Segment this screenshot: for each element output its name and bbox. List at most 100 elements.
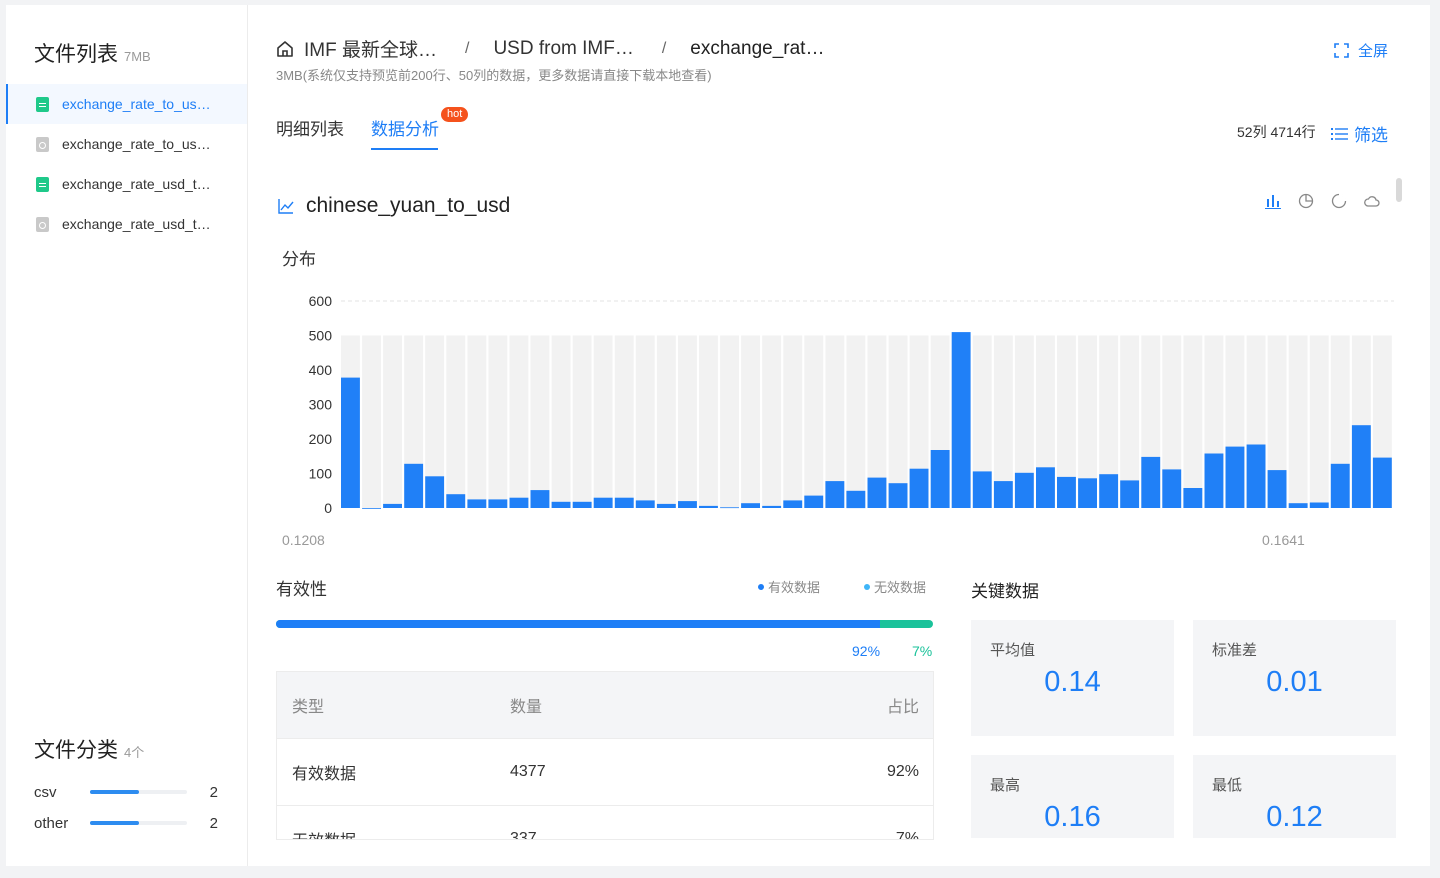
file-name: exchange_rate_usd_t… — [62, 216, 211, 232]
histogram-bar — [888, 483, 908, 508]
column-title: chinese_yuan_to_usd — [278, 194, 510, 218]
donut-chart-icon[interactable] — [1331, 193, 1347, 209]
histogram-bar-background — [635, 335, 655, 508]
line-chart-icon — [278, 199, 294, 214]
column-name: chinese_yuan_to_usd — [306, 194, 511, 217]
cell-ratio: 7% — [895, 830, 919, 840]
scrollbar-thumb[interactable] — [1396, 178, 1402, 202]
histogram-bar-background — [614, 335, 634, 508]
file-item[interactable]: exchange_rate_usd_t… — [6, 204, 247, 244]
filter-button[interactable]: 筛选 — [1331, 121, 1388, 146]
stat-card-stddev: 标准差 0.01 — [1193, 620, 1396, 736]
legend-invalid: 无效数据 — [864, 577, 926, 596]
stat-value: 0.14 — [1044, 666, 1101, 698]
histogram-bar-background — [1183, 335, 1203, 508]
file-item[interactable]: exchange_rate_to_us… — [6, 84, 247, 124]
file-name: exchange_rate_usd_t… — [62, 176, 211, 192]
legend-dot-valid — [758, 583, 764, 590]
histogram-bar — [1330, 463, 1350, 508]
key-data-cards: 平均值 0.14 标准差 0.01 最高 0.16 最低 0.12 — [971, 620, 1401, 838]
histogram-bar — [972, 471, 992, 508]
breadcrumb-item[interactable]: IMF 最新全球… — [304, 35, 437, 62]
stat-label: 最高 — [990, 777, 1021, 794]
histogram-bar — [341, 377, 360, 508]
home-icon[interactable] — [276, 40, 294, 58]
pie-chart-icon[interactable] — [1298, 193, 1314, 209]
category-bar — [90, 821, 187, 825]
filter-label: 筛选 — [1354, 126, 1388, 145]
file-category-count: 4个 — [124, 745, 145, 760]
legend-invalid-label: 无效数据 — [874, 580, 927, 595]
valid-percentage: 92% — [852, 643, 881, 659]
bar-chart-icon[interactable] — [1265, 193, 1281, 209]
histogram-bar-background — [699, 335, 718, 508]
breadcrumb: IMF 最新全球… / USD from IMF… / exchange_rat… — [276, 35, 824, 62]
histogram-bar-background — [467, 335, 487, 508]
legend-valid: 有效数据 — [758, 577, 820, 596]
row-column-count: 52列 4714行 — [1237, 124, 1316, 140]
file-item[interactable]: exchange_rate_usd_t… — [6, 164, 247, 204]
histogram-bar — [1288, 503, 1308, 508]
fullscreen-icon — [1334, 43, 1349, 58]
invalid-percentage: 7% — [912, 643, 933, 659]
histogram-bar — [551, 501, 571, 508]
stat-value: 0.16 — [1044, 801, 1101, 833]
histogram-bar-background — [488, 335, 508, 508]
histogram-bar-background — [446, 335, 466, 508]
file-list-title: 文件列表 7MB — [34, 38, 151, 68]
table-header: 类型 数量 占比 — [277, 672, 933, 739]
histogram-bar — [425, 476, 445, 508]
histogram-bar-background — [888, 335, 908, 508]
y-tick-label: 300 — [309, 397, 333, 413]
histogram-bar — [1267, 470, 1287, 508]
histogram-chart: 0 100 200 300 400 500 600 — [309, 293, 1394, 513]
histogram-bar-background — [593, 335, 613, 508]
legend-valid-label: 有效数据 — [768, 580, 821, 595]
histogram-bar — [804, 495, 824, 508]
histogram-bar-background — [530, 335, 550, 508]
breadcrumb-item-current: exchange_rat… — [690, 37, 825, 59]
histogram-bar-background — [678, 335, 697, 508]
histogram-bar — [1183, 488, 1203, 508]
tab-detail-list[interactable]: 明细列表 — [276, 115, 344, 140]
header-type: 类型 — [292, 699, 325, 716]
cell-type: 无效数据 — [277, 827, 510, 839]
histogram-bar-background — [720, 335, 739, 508]
sidebar: 文件列表 7MB exchange_rate_to_us… exchange_ra… — [6, 5, 248, 866]
stat-label: 最低 — [1212, 777, 1243, 794]
breadcrumb-item[interactable]: USD from IMF… — [493, 38, 633, 60]
word-cloud-icon[interactable] — [1364, 193, 1380, 209]
histogram-bar — [614, 497, 634, 508]
file-name: exchange_rate_to_us… — [62, 96, 211, 112]
file-list-size: 7MB — [124, 49, 151, 64]
file-item[interactable]: exchange_rate_to_us… — [6, 124, 247, 164]
y-tick-label: 500 — [309, 328, 333, 344]
histogram-bar — [1141, 456, 1161, 508]
histogram-bar-background — [804, 335, 824, 508]
image-file-icon — [36, 136, 49, 152]
fullscreen-button[interactable]: 全屏 — [1334, 40, 1388, 61]
histogram-bar — [741, 503, 760, 508]
y-tick-label: 0 — [324, 500, 332, 513]
histogram-bar — [1014, 472, 1034, 508]
histogram-bar — [1036, 467, 1055, 508]
histogram-bar-background — [1309, 335, 1329, 508]
histogram-bar — [930, 450, 950, 508]
csv-file-icon — [36, 176, 49, 192]
active-tab-indicator — [371, 148, 438, 150]
table-row: 无效数据 337 7% — [277, 806, 933, 840]
histogram-bar — [530, 490, 550, 508]
y-tick-label: 100 — [309, 466, 333, 482]
histogram-bar-background — [1288, 335, 1308, 508]
category-bar-fill — [90, 790, 139, 794]
histogram-bar — [467, 499, 487, 508]
histogram-bar — [572, 501, 592, 508]
histogram-bar — [1099, 474, 1119, 508]
category-count: 2 — [209, 814, 218, 832]
histogram-bar — [846, 490, 866, 509]
histogram-bar-background — [551, 335, 571, 508]
y-tick-label: 200 — [309, 431, 333, 447]
stat-card-min: 最低 0.12 — [1193, 755, 1396, 838]
x-axis-min-label: 0.1208 — [282, 532, 325, 548]
tab-data-analysis[interactable]: 数据分析 — [371, 115, 439, 140]
